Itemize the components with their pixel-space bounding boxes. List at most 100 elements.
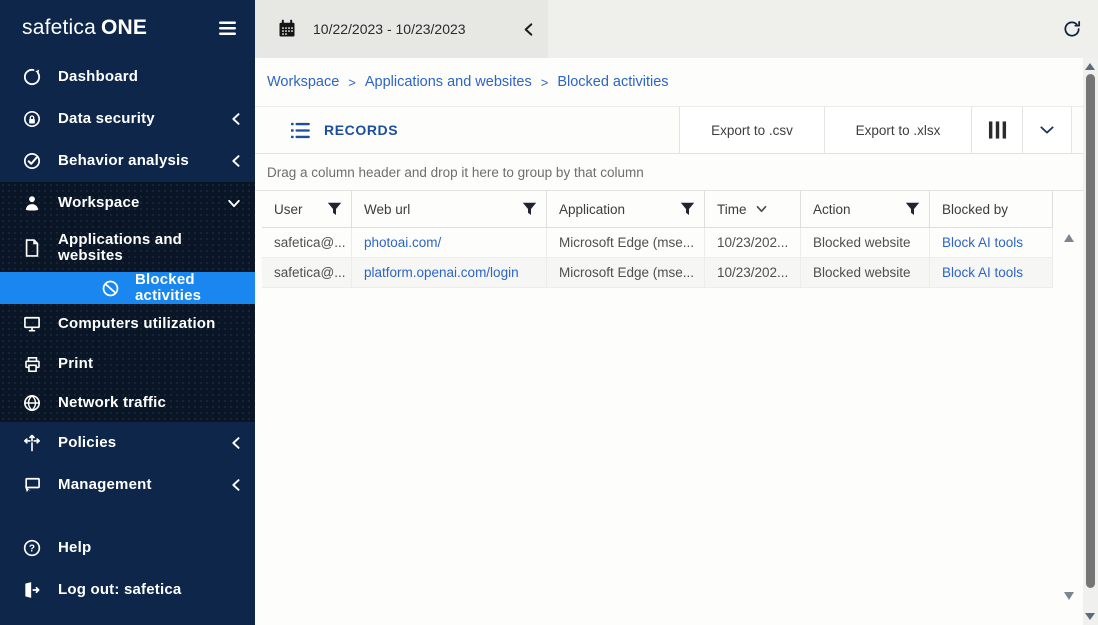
main-area: 10/22/2023 - 10/23/2023 Workspace > Appl… bbox=[255, 0, 1098, 625]
sidebar-item-blocked-activities[interactable]: Blocked activities bbox=[0, 272, 255, 304]
filter-icon[interactable] bbox=[680, 202, 695, 216]
breadcrumb-item-applications-and-websites[interactable]: Applications and websites bbox=[365, 74, 532, 90]
cell-blocked-by-link[interactable]: Block AI tools bbox=[930, 228, 1053, 257]
sidebar-item-label: Management bbox=[58, 477, 211, 494]
date-back-chevron-icon[interactable] bbox=[522, 22, 534, 37]
records-toolbar: RECORDS Export to .csv Export to .xlsx bbox=[255, 107, 1083, 154]
sidebar-nav: Dashboard Data security Behavior analysi… bbox=[0, 56, 255, 625]
sidebar-item-print[interactable]: Print bbox=[0, 344, 255, 384]
export-xlsx-button[interactable]: Export to .xlsx bbox=[825, 107, 972, 153]
records-header: RECORDS bbox=[255, 107, 680, 153]
column-label: Action bbox=[813, 202, 905, 217]
sidebar: safeticaONE Dashboard Data security bbox=[0, 0, 255, 625]
logo-brand: safetica bbox=[22, 16, 96, 39]
directions-arrows-icon bbox=[22, 433, 42, 453]
column-label: Application bbox=[559, 202, 680, 217]
chevron-left-icon bbox=[227, 436, 241, 450]
sidebar-spacer bbox=[0, 506, 255, 527]
cell-time: 10/23/202... bbox=[705, 258, 801, 287]
logout-door-icon bbox=[22, 580, 42, 600]
sidebar-item-dashboard[interactable]: Dashboard bbox=[0, 56, 255, 98]
monitor-icon bbox=[22, 314, 42, 334]
filter-icon[interactable] bbox=[905, 202, 920, 216]
hamburger-menu-icon[interactable] bbox=[219, 21, 237, 36]
collapse-panel-button[interactable] bbox=[1023, 107, 1072, 153]
records-table: User Web url Application Time bbox=[262, 191, 1053, 288]
breadcrumb-separator: > bbox=[348, 75, 356, 90]
sidebar-item-label: Computers utilization bbox=[58, 316, 241, 333]
logo-product: ONE bbox=[101, 16, 147, 39]
scroll-down-arrow-icon[interactable] bbox=[1064, 592, 1074, 600]
globe-icon bbox=[22, 393, 42, 413]
sidebar-item-management[interactable]: Management bbox=[0, 464, 255, 506]
column-header-web-url[interactable]: Web url bbox=[352, 191, 547, 227]
filter-icon[interactable] bbox=[522, 202, 537, 216]
sidebar-item-label: Policies bbox=[58, 435, 211, 452]
chevron-down-icon bbox=[1038, 122, 1056, 138]
column-label: Time bbox=[717, 202, 747, 217]
remote-management-icon bbox=[22, 475, 42, 495]
sidebar-item-applications-and-websites[interactable]: Applications and websites bbox=[0, 224, 255, 272]
column-header-user[interactable]: User bbox=[262, 191, 352, 227]
column-label: User bbox=[274, 202, 327, 217]
blocked-prohibition-icon bbox=[100, 278, 120, 298]
export-csv-button[interactable]: Export to .csv bbox=[680, 107, 825, 153]
sidebar-item-data-security[interactable]: Data security bbox=[0, 98, 255, 140]
help-question-icon: ? bbox=[22, 538, 42, 558]
group-by-drop-zone[interactable]: Drag a column header and drop it here to… bbox=[255, 154, 1083, 191]
column-header-action[interactable]: Action bbox=[801, 191, 930, 227]
page-scrollbar[interactable] bbox=[1083, 58, 1098, 625]
content-panel: Workspace > Applications and websites > … bbox=[255, 58, 1083, 625]
table-header-row: User Web url Application Time bbox=[262, 191, 1053, 228]
safetica-one-window: safeticaONE Dashboard Data security bbox=[0, 0, 1098, 625]
sidebar-item-behavior-analysis[interactable]: Behavior analysis bbox=[0, 140, 255, 182]
group-hint-text: Drag a column header and drop it here to… bbox=[267, 165, 644, 180]
sidebar-item-label: Log out: safetica bbox=[58, 582, 241, 599]
sidebar-item-label: Network traffic bbox=[58, 395, 241, 412]
filter-icon[interactable] bbox=[327, 202, 342, 216]
breadcrumb-item-workspace[interactable]: Workspace bbox=[267, 74, 339, 90]
column-header-blocked-by[interactable]: Blocked by bbox=[930, 191, 1053, 227]
printer-icon bbox=[22, 354, 42, 374]
cell-web-url-link[interactable]: photoai.com/ bbox=[352, 228, 547, 257]
column-header-time[interactable]: Time bbox=[705, 191, 801, 227]
behavior-check-circle-icon bbox=[22, 151, 42, 171]
sidebar-item-label: Print bbox=[58, 356, 241, 373]
table-row[interactable]: safetica@... platform.openai.com/login M… bbox=[262, 258, 1053, 288]
date-range-picker[interactable]: 10/22/2023 - 10/23/2023 bbox=[255, 0, 548, 58]
table-scrollbar[interactable] bbox=[1060, 230, 1078, 604]
breadcrumb: Workspace > Applications and websites > … bbox=[255, 58, 1083, 107]
column-label: Web url bbox=[364, 202, 522, 217]
sidebar-footer: ? Help Log out: safetica bbox=[0, 527, 255, 611]
column-chooser-button[interactable] bbox=[972, 107, 1023, 153]
sidebar-item-workspace[interactable]: Workspace bbox=[0, 182, 255, 224]
dashboard-gauge-icon bbox=[22, 67, 42, 87]
scroll-down-arrow-icon[interactable] bbox=[1085, 613, 1095, 620]
cell-blocked-by-link[interactable]: Block AI tools bbox=[930, 258, 1053, 287]
table-row[interactable]: safetica@... photoai.com/ Microsoft Edge… bbox=[262, 228, 1053, 258]
refresh-icon[interactable] bbox=[1062, 19, 1082, 39]
chevron-left-icon bbox=[227, 478, 241, 492]
breadcrumb-item-blocked-activities[interactable]: Blocked activities bbox=[557, 74, 668, 90]
sidebar-item-computers-utilization[interactable]: Computers utilization bbox=[0, 304, 255, 344]
sort-desc-icon bbox=[756, 205, 767, 213]
sidebar-item-label: Data security bbox=[58, 111, 211, 128]
cell-user: safetica@... bbox=[262, 258, 352, 287]
cell-action: Blocked website bbox=[801, 258, 930, 287]
scrollbar-thumb[interactable] bbox=[1086, 74, 1095, 588]
sidebar-item-help[interactable]: ? Help bbox=[0, 527, 255, 569]
sidebar-item-label: Workspace bbox=[58, 195, 211, 212]
chevron-down-icon bbox=[227, 198, 241, 209]
sidebar-item-network-traffic[interactable]: Network traffic bbox=[0, 384, 255, 422]
sidebar-item-label: Applications and websites bbox=[58, 232, 241, 265]
data-security-lock-icon bbox=[22, 109, 42, 129]
calendar-icon bbox=[277, 19, 297, 39]
cell-web-url-link[interactable]: platform.openai.com/login bbox=[352, 258, 547, 287]
scroll-up-arrow-icon[interactable] bbox=[1085, 63, 1095, 70]
column-header-application[interactable]: Application bbox=[547, 191, 705, 227]
sidebar-item-policies[interactable]: Policies bbox=[0, 422, 255, 464]
sidebar-item-label: Behavior analysis bbox=[58, 153, 211, 170]
sidebar-item-logout[interactable]: Log out: safetica bbox=[0, 569, 255, 611]
scroll-up-arrow-icon[interactable] bbox=[1064, 234, 1074, 242]
chevron-left-icon bbox=[227, 154, 241, 168]
